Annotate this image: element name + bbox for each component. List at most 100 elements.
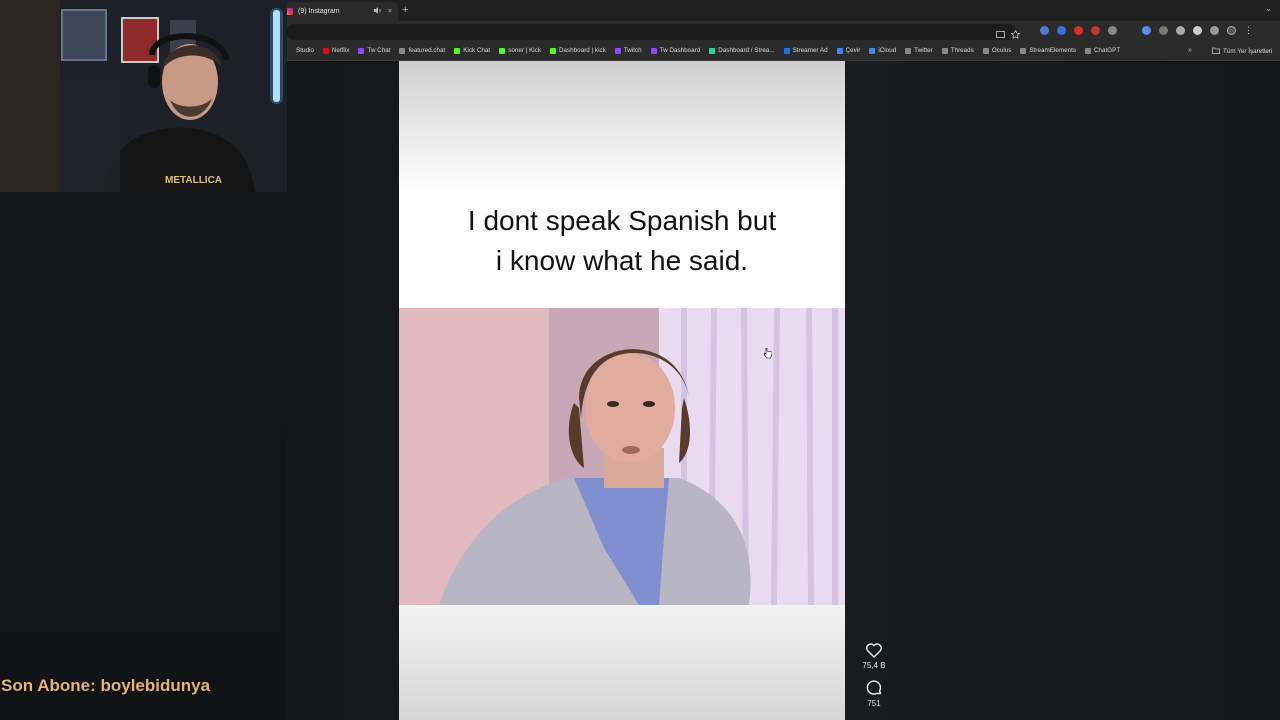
bookmark-item[interactable]: soner | Kick [499,47,541,54]
extension-icon[interactable] [1176,26,1185,35]
like-count: 75,4 B [862,661,886,670]
bookmark-item[interactable]: Tw Chat [358,47,390,54]
bookmark-favicon-icon [399,47,406,54]
bookmark-item[interactable]: Çevir [836,47,861,54]
bookmark-favicon-icon [869,47,876,54]
bookmark-label: Oculus [991,47,1012,54]
last-subscriber-banner: Son Abone: boylebidunya [1,676,211,695]
bookmark-label: Twitch [623,47,642,54]
bookmark-item[interactable]: Threads [941,47,974,54]
all-bookmarks-button[interactable]: Tüm Yer İşaretleri [1212,47,1272,56]
bookmark-favicon-icon [1020,47,1027,54]
bookmark-favicon-icon [941,47,948,54]
bookmark-label: Twitter [914,47,933,54]
bookmark-favicon-icon [454,47,461,54]
svg-text:METALLICA: METALLICA [165,175,222,186]
reel-caption: I dont speak Spanish but i know what he … [399,201,845,281]
bookmark-item[interactable]: Studio [287,47,314,54]
bookmark-item[interactable]: Kick Chat [454,47,490,54]
speaker-icon[interactable] [373,7,382,16]
extension-icon[interactable] [1057,26,1066,35]
bookmark-item[interactable]: Netflix [322,47,350,54]
tab-instagram[interactable]: (9) Instagram × [280,2,398,21]
reel-video-frame[interactable] [399,308,845,605]
reel-player[interactable]: I dont speak Spanish but i know what he … [399,61,845,720]
media-controls-icon[interactable] [1210,26,1219,35]
bookmark-label: featured.chat [408,47,446,54]
caption-line-1: I dont speak Spanish but [467,205,777,236]
profile-avatar-icon[interactable] [1227,26,1236,35]
bookmark-item[interactable]: Dashboard / Strea... [709,47,775,54]
bookmark-item[interactable]: featured.chat [399,47,445,54]
all-bookmarks-label: Tüm Yer İşaretleri [1223,48,1273,55]
address-bar[interactable] [286,24,1016,40]
bookmark-item[interactable]: Streamer Ad [783,47,828,54]
bookmark-label: Kick Chat [463,47,491,54]
extension-icon[interactable] [1142,26,1151,35]
bookmark-favicon-icon [549,47,556,54]
bookmark-label: Dashboard / Strea... [718,47,775,54]
browser-menu-icon[interactable]: ⋮ [1244,26,1253,35]
bookmark-label: Tw Chat [367,47,391,54]
extensions-puzzle-icon[interactable] [1193,26,1202,35]
extension-icon[interactable] [1074,26,1083,35]
mouse-cursor-icon [763,346,773,359]
new-tab-button[interactable]: + [402,4,408,16]
comment-bubble-icon[interactable] [866,680,882,696]
bookmark-item[interactable]: Tw Dashboard [650,47,701,54]
tab-title: (9) Instagram [298,8,340,15]
bookmark-favicon-icon [499,47,506,54]
bookmarks-overflow-button[interactable]: » [1188,47,1192,54]
bookmark-label: iCloud [878,47,897,54]
extension-icon[interactable] [1040,26,1049,35]
like-action: 75,4 B [854,643,894,670]
reel-top-area [399,61,845,191]
bookmark-label: Streamer Ad [792,47,828,54]
reel-bottom-area [399,605,845,720]
bookmark-item[interactable]: StreamElements [1020,47,1076,54]
bookmark-favicon-icon [287,47,293,54]
extension-icon[interactable] [1125,26,1134,35]
comment-count: 751 [867,699,881,708]
bookmark-label: soner | Kick [508,47,541,54]
bookmark-star-icon[interactable] [1010,26,1021,44]
bookmark-label: Studio [296,47,314,54]
video-scene-image [399,308,845,605]
bookmark-label: Dashboard | kick [558,47,606,54]
bookmark-favicon-icon [322,47,329,54]
comment-action: 751 [854,680,894,708]
bookmark-item[interactable]: iCloud [869,47,896,54]
bookmark-item[interactable]: Dashboard | kick [549,47,606,54]
extension-icon[interactable] [1091,26,1100,35]
bookmark-item[interactable]: ChatGPT [1084,47,1121,54]
caption-line-2: i know what he said. [495,245,749,276]
bookmark-item[interactable]: Twitter [905,47,933,54]
tab-search-chevron-icon[interactable]: ⌄ [1265,4,1272,13]
bookmark-favicon-icon [982,47,989,54]
folder-icon [1212,47,1220,56]
bookmark-label: Çevir [845,47,861,54]
bookmark-label: Tw Dashboard [659,47,701,54]
bookmark-favicon-icon [650,47,657,54]
bookmark-item[interactable]: Oculus [982,47,1012,54]
instagram-favicon-icon [286,8,293,15]
bookmark-favicon-icon [358,47,365,54]
bookmark-favicon-icon [709,47,716,54]
webcam-scene-image: METALLICA [0,0,287,192]
bookmark-favicon-icon [905,47,912,54]
extension-icon[interactable] [1108,26,1117,35]
bookmark-favicon-icon [1084,47,1091,54]
streamer-webcam-overlay: METALLICA [0,0,287,192]
bookmark-label: StreamElements [1029,47,1076,54]
reel-actions: 75,4 B 751 [854,643,894,718]
install-app-icon[interactable] [996,26,1005,44]
bookmark-favicon-icon [836,47,843,54]
bookmark-label: ChatGPT [1093,47,1121,54]
heart-icon[interactable] [866,643,882,658]
bookmark-item[interactable]: Twitch [614,47,642,54]
bookmark-label: Threads [950,47,974,54]
bookmark-label: Netflix [331,47,350,54]
tab-close-button[interactable]: × [388,8,392,15]
extension-icon[interactable] [1159,26,1168,35]
bookmark-favicon-icon [783,47,790,54]
